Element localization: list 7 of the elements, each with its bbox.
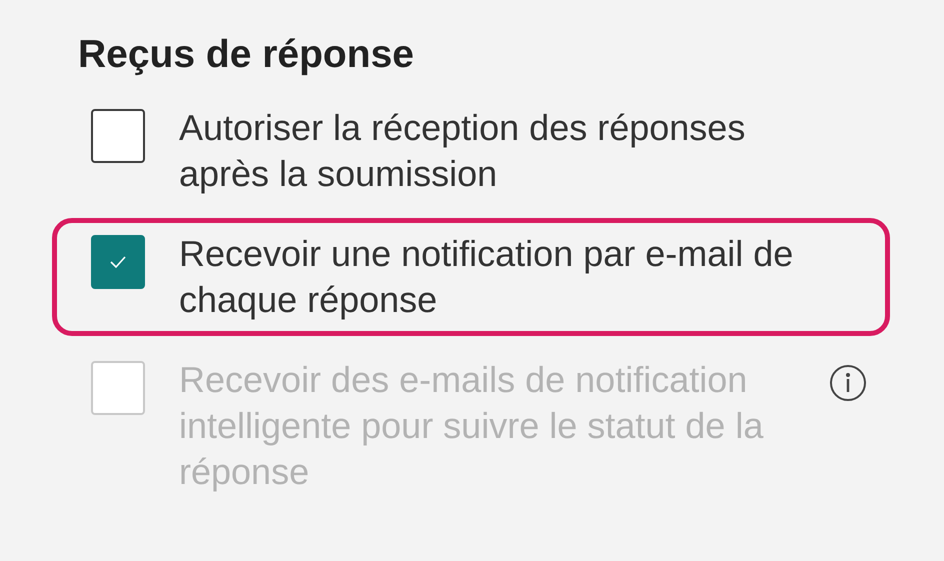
checkbox[interactable] [91, 235, 145, 289]
checkbox[interactable] [91, 109, 145, 163]
section-title: Reçus de réponse [78, 32, 415, 78]
option-label: Recevoir des e-mails de notification intelligente pour suivre le statut de la réponse [179, 358, 764, 494]
option-label: Recevoir une notification par e-mail de chaque réponse [179, 232, 794, 322]
check-icon [109, 255, 127, 269]
option-label: Autoriser la réception des réponses après la soumission [179, 106, 746, 196]
